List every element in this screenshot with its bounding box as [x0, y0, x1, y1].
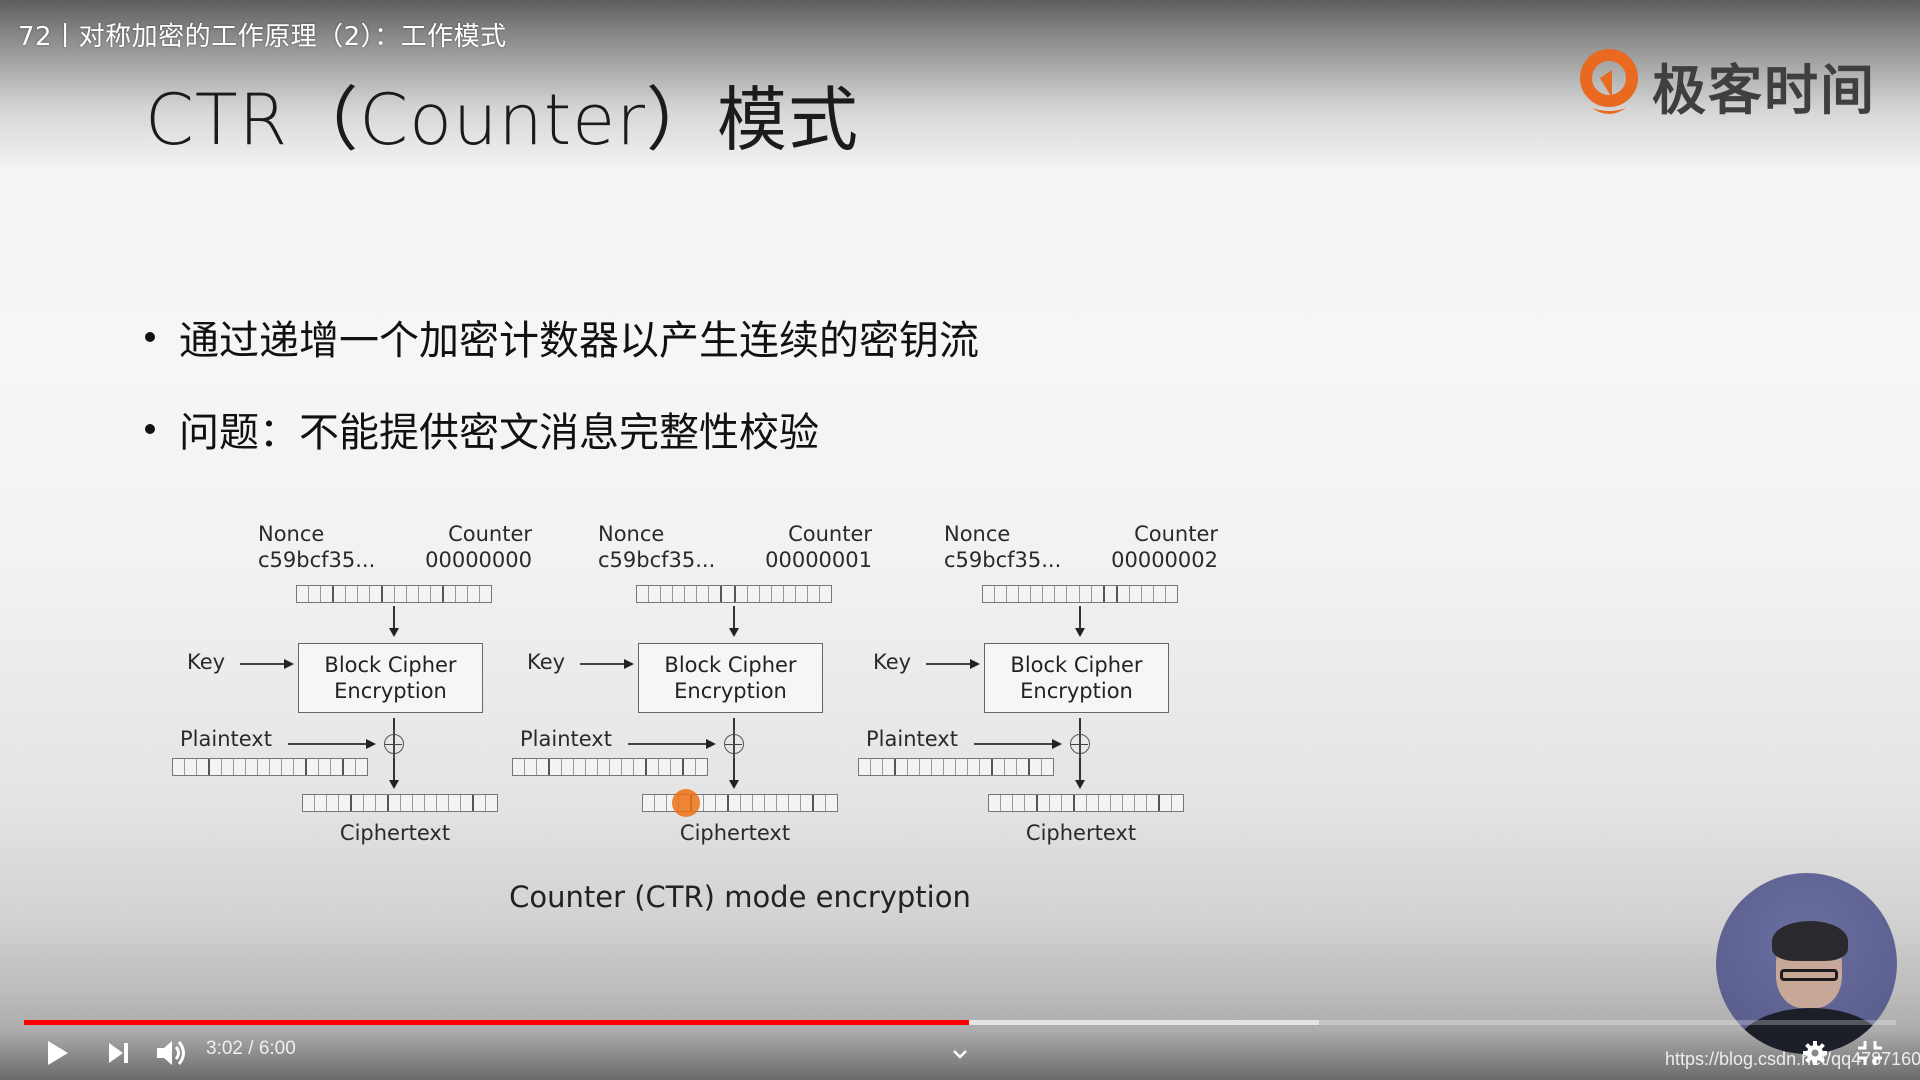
key-label: Key [527, 650, 566, 674]
block-cipher-box: Block Cipher Encryption [638, 643, 823, 713]
slide-heading: CTR（Counter）模式 [145, 79, 859, 161]
arrow-right-icon [1052, 739, 1062, 749]
play-icon [48, 1041, 68, 1065]
counter-label: Counter [448, 522, 532, 546]
arrow-right-icon [706, 739, 716, 749]
play-button[interactable] [46, 1040, 70, 1070]
plaintext-arrow-line [628, 743, 708, 745]
nonce-label: Nonce [258, 522, 325, 546]
block-cipher-box: Block Cipher Encryption [984, 643, 1169, 713]
counter-label: Counter [1134, 522, 1218, 546]
bullet-dot [145, 332, 155, 342]
chapter-toggle-button[interactable] [953, 1044, 967, 1063]
counter-label: Counter [788, 522, 872, 546]
ciphertext-block [988, 794, 1184, 812]
time-display: 3:02 / 6:00 [206, 1038, 296, 1059]
next-button[interactable] [108, 1042, 130, 1068]
key-label: Key [873, 650, 912, 674]
ciphertext-block [302, 794, 498, 812]
volume-icon [157, 1041, 185, 1065]
bullet-item: 通过递增一个加密计数器以产生连续的密钥流 [145, 308, 979, 366]
video-title[interactable]: 72丨对称加密的工作原理（2）：工作模式 [18, 16, 507, 53]
cipher-label: Encryption [1020, 679, 1133, 703]
arrow-down-icon [1075, 628, 1085, 637]
block-cipher-box: Block Cipher Encryption [298, 643, 483, 713]
counter-value: 00000001 [765, 548, 872, 572]
brand-logo: 极客时间 [1578, 48, 1876, 122]
arrow-line [1079, 606, 1081, 630]
progress-played [24, 1020, 970, 1025]
presenter-webcam [1716, 873, 1897, 1054]
arrow-down-icon [389, 780, 399, 789]
bullet-item: 问题：不能提供密文消息完整性校验 [145, 400, 819, 458]
skip-next-icon [109, 1043, 128, 1063]
geektime-logo-icon [1580, 49, 1638, 114]
arrow-down-icon [729, 780, 739, 789]
cipher-label: Block Cipher [664, 653, 797, 677]
arrow-down-icon [1075, 780, 1085, 789]
cipher-label: Block Cipher [324, 653, 457, 677]
key-arrow-line [240, 663, 284, 665]
counter-block [982, 585, 1178, 603]
ciphertext-label: Ciphertext [679, 821, 791, 845]
counter-value: 00000002 [1111, 548, 1218, 572]
arrow-line [393, 606, 395, 630]
ciphertext-label: Ciphertext [1025, 821, 1137, 845]
plaintext-block [512, 758, 708, 776]
cipher-label: Encryption [334, 679, 447, 703]
nonce-label: Nonce [944, 522, 1011, 546]
arrow-right-icon [284, 659, 294, 669]
nonce-value: c59bcf35... [944, 548, 1062, 572]
plaintext-arrow-line [288, 743, 368, 745]
xor-icon [384, 730, 404, 758]
counter-block [636, 585, 832, 603]
settings-button[interactable] [1802, 1040, 1828, 1070]
bullet-text: 问题：不能提供密文消息完整性校验 [179, 410, 819, 456]
gear-icon [1803, 1041, 1827, 1065]
nonce-value: c59bcf35... [258, 548, 376, 572]
exit-fullscreen-icon [1858, 1041, 1882, 1065]
volume-button[interactable] [156, 1039, 188, 1071]
key-arrow-line [926, 663, 970, 665]
arrow-right-icon [970, 659, 980, 669]
plaintext-label: Plaintext [866, 727, 958, 751]
plaintext-arrow-line [974, 743, 1054, 745]
plaintext-block [172, 758, 368, 776]
exit-fullscreen-button[interactable] [1857, 1040, 1883, 1070]
bullet-text: 通过递增一个加密计数器以产生连续的密钥流 [179, 318, 979, 364]
counter-block [296, 585, 492, 603]
ciphertext-label: Ciphertext [339, 821, 451, 845]
arrow-right-icon [366, 739, 376, 749]
counter-value: 00000000 [425, 548, 532, 572]
key-arrow-line [580, 663, 624, 665]
cipher-label: Block Cipher [1010, 653, 1143, 677]
arrow-line [733, 606, 735, 630]
nonce-label: Nonce [598, 522, 665, 546]
key-label: Key [187, 650, 226, 674]
nonce-value: c59bcf35... [598, 548, 716, 572]
pointer-highlight [672, 789, 700, 817]
bullet-dot [145, 424, 155, 434]
plaintext-label: Plaintext [520, 727, 612, 751]
arrow-right-icon [624, 659, 634, 669]
cipher-label: Encryption [674, 679, 787, 703]
xor-icon [724, 730, 744, 758]
chevron-down-icon [953, 1050, 967, 1059]
diagram-caption: Counter (CTR) mode encryption [509, 880, 971, 914]
plaintext-block [858, 758, 1054, 776]
xor-icon [1070, 730, 1090, 758]
arrow-down-icon [389, 628, 399, 637]
arrow-down-icon [729, 628, 739, 637]
brand-name: 极客时间 [1652, 58, 1876, 122]
plaintext-label: Plaintext [180, 727, 272, 751]
